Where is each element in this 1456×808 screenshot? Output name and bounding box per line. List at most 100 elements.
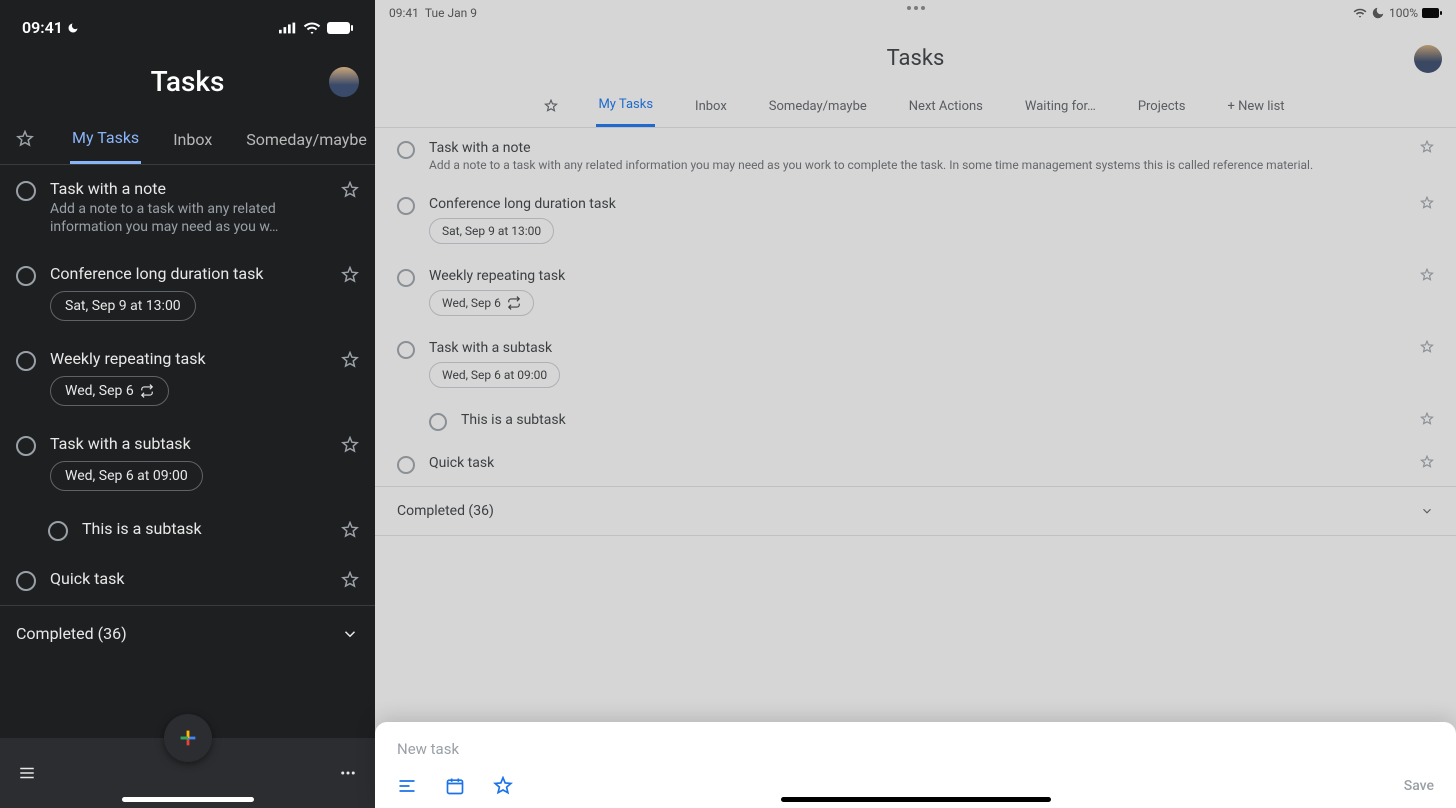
date-chip[interactable]: Wed, Sep 6 xyxy=(50,376,169,406)
tab-inbox[interactable]: Inbox xyxy=(171,116,214,163)
star-icon[interactable] xyxy=(341,436,359,454)
tab-projects[interactable]: Projects xyxy=(1136,87,1188,126)
task-note: Add a note to a task with any related in… xyxy=(429,158,1406,172)
task-row[interactable]: Weekly repeating task Wed, Sep 6 xyxy=(0,335,375,420)
menu-icon[interactable] xyxy=(18,764,36,782)
task-row[interactable]: Weekly repeating task Wed, Sep 6 xyxy=(375,256,1456,328)
moon-icon xyxy=(67,22,79,34)
task-checkbox[interactable] xyxy=(397,269,415,287)
statusbar-time: 09:41 xyxy=(22,18,63,37)
completed-section[interactable]: Completed (36) xyxy=(375,486,1456,536)
new-task-input[interactable]: New task xyxy=(397,740,1434,776)
tablet-panel: 09:41 Tue Jan 9 100% Tasks My Tasks Inbo… xyxy=(375,0,1456,808)
task-row[interactable]: Conference long duration task Sat, Sep 9… xyxy=(375,184,1456,256)
star-icon[interactable] xyxy=(1420,412,1434,426)
add-task-fab[interactable] xyxy=(164,714,212,762)
date-chip[interactable]: Wed, Sep 6 at 09:00 xyxy=(429,362,560,388)
wifi-icon xyxy=(1353,6,1367,20)
date-chip[interactable]: Sat, Sep 9 at 13:00 xyxy=(50,291,196,321)
star-icon[interactable] xyxy=(341,571,359,589)
phone-tabs: My Tasks Inbox Someday/maybe xyxy=(0,114,375,165)
tab-someday[interactable]: Someday/maybe xyxy=(767,87,869,126)
calendar-icon[interactable] xyxy=(445,776,465,796)
star-action-icon[interactable] xyxy=(493,776,513,796)
star-icon[interactable] xyxy=(341,351,359,369)
task-row[interactable]: Quick task xyxy=(375,443,1456,486)
starred-tab-icon[interactable] xyxy=(544,99,558,113)
task-row[interactable]: Task with a subtask Wed, Sep 6 at 09:00 xyxy=(0,420,375,505)
battery-icon xyxy=(1422,8,1442,18)
task-checkbox[interactable] xyxy=(397,456,415,474)
app-title: Tasks xyxy=(151,65,225,98)
task-checkbox[interactable] xyxy=(16,436,36,456)
task-title: Task with a note xyxy=(429,140,1406,156)
task-checkbox[interactable] xyxy=(16,266,36,286)
star-icon[interactable] xyxy=(1420,340,1434,354)
task-title: Quick task xyxy=(50,569,327,588)
repeat-icon xyxy=(140,384,154,398)
task-checkbox[interactable] xyxy=(16,181,36,201)
task-checkbox[interactable] xyxy=(397,197,415,215)
task-row-subtask[interactable]: This is a subtask xyxy=(375,400,1456,443)
statusbar-date: Tue Jan 9 xyxy=(425,6,477,20)
more-icon[interactable] xyxy=(339,764,357,782)
date-chip[interactable]: Wed, Sep 6 at 09:00 xyxy=(50,461,203,491)
task-row[interactable]: Quick task xyxy=(0,555,375,605)
multitask-grabber-icon[interactable] xyxy=(907,6,925,10)
task-title: This is a subtask xyxy=(461,412,1406,428)
task-title: Task with a subtask xyxy=(429,340,1406,356)
phone-tasklist: Task with a note Add a note to a task wi… xyxy=(0,165,375,738)
avatar[interactable] xyxy=(329,67,359,97)
task-title: Conference long duration task xyxy=(429,196,1406,212)
plus-icon xyxy=(177,727,199,749)
phone-statusbar: 09:41 xyxy=(0,0,375,45)
task-title: Conference long duration task xyxy=(50,264,327,283)
statusbar-time: 09:41 xyxy=(389,6,419,20)
star-icon[interactable] xyxy=(341,181,359,199)
details-icon[interactable] xyxy=(397,776,417,796)
task-row[interactable]: Conference long duration task Sat, Sep 9… xyxy=(0,250,375,335)
avatar[interactable] xyxy=(1414,45,1442,73)
date-chip[interactable]: Wed, Sep 6 xyxy=(429,290,534,316)
phone-bottombar xyxy=(0,738,375,808)
task-checkbox[interactable] xyxy=(397,141,415,159)
tab-new-list[interactable]: + New list xyxy=(1226,87,1287,126)
star-icon[interactable] xyxy=(1420,455,1434,469)
task-row[interactable]: Task with a note Add a note to a task wi… xyxy=(375,128,1456,184)
task-title: Weekly repeating task xyxy=(50,349,327,368)
task-row[interactable]: Task with a subtask Wed, Sep 6 at 09:00 xyxy=(375,328,1456,400)
task-checkbox[interactable] xyxy=(397,341,415,359)
completed-label: Completed (36) xyxy=(16,624,127,643)
star-icon[interactable] xyxy=(1420,140,1434,154)
star-icon[interactable] xyxy=(1420,196,1434,210)
moon-icon xyxy=(1371,6,1385,20)
save-button[interactable]: Save xyxy=(1404,778,1434,794)
tab-waiting-for[interactable]: Waiting for… xyxy=(1023,87,1098,126)
task-row[interactable]: Task with a note Add a note to a task wi… xyxy=(0,165,375,250)
phone-panel: 09:41 Tasks My Tasks Inbox Someday/maybe… xyxy=(0,0,375,808)
tab-my-tasks[interactable]: My Tasks xyxy=(596,85,655,127)
tablet-tabs: My Tasks Inbox Someday/maybe Next Action… xyxy=(375,85,1456,128)
home-indicator xyxy=(122,797,254,802)
tab-my-tasks[interactable]: My Tasks xyxy=(70,114,141,164)
star-icon[interactable] xyxy=(341,266,359,284)
task-checkbox[interactable] xyxy=(16,351,36,371)
starred-tab-icon[interactable] xyxy=(10,130,40,148)
task-checkbox[interactable] xyxy=(16,571,36,591)
cellular-icon xyxy=(279,19,297,37)
completed-section[interactable]: Completed (36) xyxy=(0,605,375,661)
battery-icon xyxy=(327,22,353,34)
star-icon[interactable] xyxy=(1420,268,1434,282)
tab-inbox[interactable]: Inbox xyxy=(693,87,729,126)
tablet-tasklist: Task with a note Add a note to a task wi… xyxy=(375,128,1456,808)
task-checkbox[interactable] xyxy=(48,521,68,541)
tab-next-actions[interactable]: Next Actions xyxy=(907,87,985,126)
battery-percent: 100% xyxy=(1389,6,1418,20)
task-row-subtask[interactable]: This is a subtask xyxy=(0,505,375,555)
star-icon[interactable] xyxy=(341,521,359,539)
task-checkbox[interactable] xyxy=(429,413,447,431)
repeat-icon xyxy=(507,296,521,310)
date-chip[interactable]: Sat, Sep 9 at 13:00 xyxy=(429,218,554,244)
home-indicator xyxy=(781,797,1051,802)
tab-someday[interactable]: Someday/maybe xyxy=(244,116,369,163)
